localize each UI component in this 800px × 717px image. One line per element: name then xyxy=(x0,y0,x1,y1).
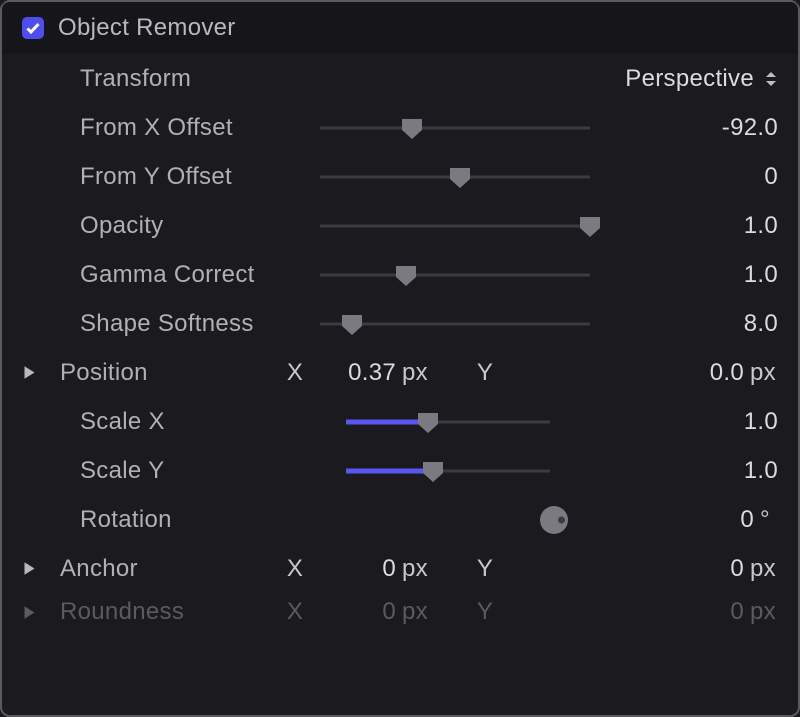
value-from-x[interactable]: -92.0 xyxy=(658,114,778,142)
value-scale-y[interactable]: 1.0 xyxy=(658,457,778,485)
position-x-value[interactable]: 0.37 xyxy=(310,359,396,387)
slider-thumb-icon[interactable] xyxy=(394,265,418,285)
slider-thumb-icon[interactable] xyxy=(578,216,602,236)
label-position: Position xyxy=(60,359,280,387)
row-scale-x: Scale X 1.0 xyxy=(2,397,798,446)
label-anchor: Anchor xyxy=(60,555,280,583)
slider-from-y[interactable] xyxy=(320,165,590,189)
label-roundness: Roundness xyxy=(60,598,280,626)
chevron-right-icon xyxy=(22,365,37,380)
transform-dropdown[interactable]: Perspective xyxy=(625,65,778,93)
row-scale-y: Scale Y 1.0 xyxy=(2,446,798,495)
position-y-label: Y xyxy=(470,359,500,387)
anchor-x-label: X xyxy=(280,555,310,583)
roundness-x-value[interactable]: 0 xyxy=(310,598,396,626)
slider-opacity[interactable] xyxy=(320,214,590,238)
label-rotation: Rotation xyxy=(80,506,320,534)
disclosure-anchor[interactable] xyxy=(22,561,60,576)
roundness-y-unit: px xyxy=(744,598,778,626)
roundness-x-label: X xyxy=(280,598,310,626)
anchor-x-value[interactable]: 0 xyxy=(310,555,396,583)
value-scale-x[interactable]: 1.0 xyxy=(658,408,778,436)
position-x-label: X xyxy=(280,359,310,387)
label-opacity: Opacity xyxy=(80,212,320,240)
transform-value: Perspective xyxy=(625,65,754,93)
effect-title: Object Remover xyxy=(58,14,236,42)
row-from-y-offset: From Y Offset 0 xyxy=(2,152,798,201)
row-from-x-offset: From X Offset -92.0 xyxy=(2,103,798,152)
rotation-dial[interactable] xyxy=(540,506,568,534)
slider-scale-y[interactable] xyxy=(320,459,550,483)
value-opacity[interactable]: 1.0 xyxy=(658,212,778,240)
updown-icon xyxy=(764,70,778,88)
label-from-y: From Y Offset xyxy=(80,163,320,191)
chevron-right-icon xyxy=(22,605,37,620)
value-gamma[interactable]: 1.0 xyxy=(658,261,778,289)
row-roundness: Roundness X 0 px Y 0 px xyxy=(2,593,798,631)
disclosure-position[interactable] xyxy=(22,365,60,380)
row-shape-softness: Shape Softness 8.0 xyxy=(2,299,798,348)
slider-softness[interactable] xyxy=(320,312,590,336)
anchor-y-value[interactable]: 0 xyxy=(674,555,744,583)
row-gamma-correct: Gamma Correct 1.0 xyxy=(2,250,798,299)
roundness-y-value[interactable]: 0 xyxy=(674,598,744,626)
row-transform: Transform Perspective xyxy=(2,54,798,103)
slider-thumb-icon[interactable] xyxy=(416,412,440,432)
label-scale-x: Scale X xyxy=(80,408,320,436)
anchor-y-unit: px xyxy=(744,555,778,583)
slider-from-x[interactable] xyxy=(320,116,590,140)
anchor-x-unit: px xyxy=(396,555,440,583)
slider-thumb-icon[interactable] xyxy=(400,118,424,138)
effect-enable-checkbox[interactable] xyxy=(22,17,44,39)
row-opacity: Opacity 1.0 xyxy=(2,201,798,250)
label-gamma: Gamma Correct xyxy=(80,261,320,289)
disclosure-roundness[interactable] xyxy=(22,605,60,620)
label-softness: Shape Softness xyxy=(80,310,320,338)
slider-scale-x[interactable] xyxy=(320,410,550,434)
label-transform: Transform xyxy=(80,65,320,93)
slider-thumb-icon[interactable] xyxy=(421,461,445,481)
slider-gamma[interactable] xyxy=(320,263,590,287)
label-from-x: From X Offset xyxy=(80,114,320,142)
label-scale-y: Scale Y xyxy=(80,457,320,485)
row-rotation: Rotation 0 ° xyxy=(2,495,798,544)
unit-rotation: ° xyxy=(754,506,778,534)
slider-thumb-icon[interactable] xyxy=(448,167,472,187)
effect-header[interactable]: Object Remover xyxy=(2,2,798,54)
roundness-y-label: Y xyxy=(470,598,500,626)
value-rotation[interactable]: 0 xyxy=(664,506,754,534)
position-y-value[interactable]: 0.0 xyxy=(674,359,744,387)
slider-thumb-icon[interactable] xyxy=(340,314,364,334)
roundness-x-unit: px xyxy=(396,598,440,626)
value-from-y[interactable]: 0 xyxy=(658,163,778,191)
position-y-unit: px xyxy=(744,359,778,387)
row-position: Position X 0.37 px Y 0.0 px xyxy=(2,348,798,397)
anchor-y-label: Y xyxy=(470,555,500,583)
position-x-unit: px xyxy=(396,359,440,387)
chevron-right-icon xyxy=(22,561,37,576)
value-softness[interactable]: 8.0 xyxy=(658,310,778,338)
row-anchor: Anchor X 0 px Y 0 px xyxy=(2,544,798,593)
